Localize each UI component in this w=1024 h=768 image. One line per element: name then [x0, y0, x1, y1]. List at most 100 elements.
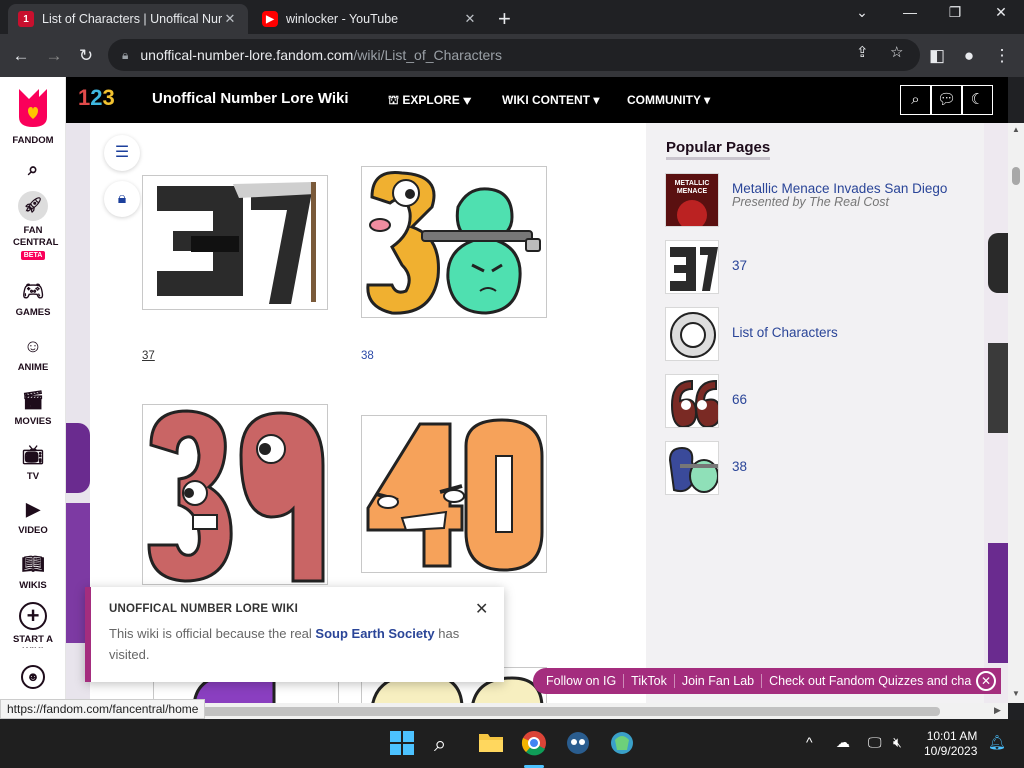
notifications-bell-icon[interactable]: 🔔︎: [988, 734, 1006, 751]
browser-tab-strip: 1 List of Characters | Unoffical Nur ✕ ▶…: [0, 0, 1024, 34]
plus-circle-icon: +: [19, 602, 47, 630]
youtube-favicon-icon: ▶: [262, 11, 278, 27]
gallery-caption-37[interactable]: 37: [142, 350, 155, 362]
table-of-contents-icon[interactable]: ☰: [104, 135, 140, 171]
popular-page-item[interactable]: METALLIC MENACE Metallic Menace Invades …: [665, 173, 965, 227]
share-icon[interactable]: ⇪: [856, 43, 869, 61]
nav-explore[interactable]: ⛫ EXPLORE ▾: [388, 93, 471, 109]
bookmark-star-icon[interactable]: ☆: [890, 43, 903, 61]
character-38-image: [366, 171, 541, 315]
nav-community[interactable]: COMMUNITY ▾: [627, 93, 710, 107]
side-panel-icon[interactable]: ◧: [924, 43, 950, 69]
search-icon[interactable]: ⌕: [434, 730, 462, 758]
user-account-link[interactable]: ☻: [0, 665, 66, 693]
lock-icon[interactable]: 🔒︎: [122, 48, 128, 63]
fandom-favicon-icon: 1: [18, 11, 34, 27]
popular-pages-title: Popular Pages: [666, 139, 771, 160]
network-icon[interactable]: 🖵︎: [868, 734, 882, 751]
gallery-image-40[interactable]: [361, 415, 547, 573]
wiki-search-icon[interactable]: ⌕: [900, 85, 931, 115]
tab-list-of-characters[interactable]: 1 List of Characters | Unoffical Nur ✕: [8, 4, 248, 34]
show-hidden-icons-chevron-icon[interactable]: ^: [806, 734, 813, 750]
rail-item-games[interactable]: 🎮︎ GAMES: [0, 279, 66, 318]
forward-icon[interactable]: →: [41, 43, 67, 69]
windows-taskbar: ⌕ ^ ☁ 🖵︎ 🔇︎ 10:01 AM 10/9/2023 🔔︎: [0, 720, 1024, 768]
file-explorer-icon[interactable]: [478, 730, 506, 758]
discussions-icon[interactable]: 💬︎: [931, 85, 962, 115]
popular-page-link[interactable]: List of Characters: [732, 325, 838, 340]
gamepad-icon: 🎮︎: [21, 281, 45, 301]
notification-close-icon[interactable]: ✕: [475, 599, 488, 619]
tab-title: List of Characters | Unoffical Nur: [42, 12, 222, 26]
popular-page-thumbnail: [665, 374, 719, 428]
vertical-scrollbar[interactable]: ▲ ▼: [1008, 123, 1024, 703]
start-a-wiki-link[interactable]: + START A WIKI: [0, 602, 66, 648]
gallery-image-39[interactable]: [142, 404, 328, 585]
search-icon: ⌕: [27, 159, 39, 179]
new-tab-icon[interactable]: +: [498, 6, 511, 32]
fan-central-link[interactable]: 🚀︎ FAN CENTRAL BETA: [0, 191, 66, 260]
clock-time: 10:01 AM: [926, 729, 978, 743]
gallery-image-38[interactable]: [361, 166, 547, 318]
address-bar[interactable]: 🔒︎ unoffical-number-lore.fandom.com/wiki…: [108, 39, 920, 71]
popular-page-item[interactable]: 38: [665, 441, 965, 495]
follow-on-ig-link[interactable]: Follow on IG: [539, 674, 625, 688]
gallery-caption-38[interactable]: 38: [361, 350, 374, 362]
rail-item-anime[interactable]: ☺ ANIME: [0, 334, 66, 373]
popular-page-link[interactable]: 37: [732, 258, 747, 273]
popular-page-link[interactable]: 66: [732, 392, 747, 407]
join-fan-lab-link[interactable]: Join Fan Lab: [675, 674, 763, 688]
windows-start-icon[interactable]: [389, 730, 417, 758]
back-icon[interactable]: ←: [8, 43, 34, 69]
fandom-global-nav: FANDOM ⌕ 🚀︎ FAN CENTRAL BETA 🎮︎ GAMES ☺ …: [0, 77, 66, 703]
popular-page-thumbnail: [665, 240, 719, 294]
popular-page-thumbnail: METALLIC MENACE: [665, 173, 719, 227]
app-icon[interactable]: [565, 730, 593, 758]
popular-page-item[interactable]: 66: [665, 374, 965, 428]
character-39-image: [147, 409, 325, 583]
fandom-quizzes-link[interactable]: Check out Fandom Quizzes and cha: [762, 674, 978, 688]
restore-icon[interactable]: ❐: [935, 4, 975, 21]
tab-search-chevron-icon[interactable]: ⌄: [842, 4, 882, 21]
popular-page-link[interactable]: 38: [732, 459, 747, 474]
tiktok-link[interactable]: TikTok: [624, 674, 675, 688]
user-icon: ☻: [21, 665, 45, 689]
anime-face-icon: ☺: [23, 336, 43, 356]
rail-item-wikis[interactable]: 📖︎ WIKIS: [0, 552, 66, 591]
profile-icon[interactable]: ●: [956, 43, 982, 69]
protected-lock-icon[interactable]: 🔒︎: [104, 181, 140, 217]
reload-icon[interactable]: ↻: [73, 43, 99, 69]
chrome-icon[interactable]: [521, 730, 549, 758]
window-close-icon[interactable]: ✕: [981, 4, 1021, 21]
rail-item-movies[interactable]: 🎬︎ MOVIES: [0, 388, 66, 427]
notification-title: UNOFFICAL NUMBER LORE WIKI: [109, 603, 298, 615]
popular-page-item[interactable]: 37: [665, 240, 965, 294]
app-icon[interactable]: [609, 730, 637, 758]
fandom-home-link[interactable]: FANDOM: [0, 85, 66, 146]
clapperboard-icon: 🎬︎: [21, 390, 45, 410]
popular-page-thumbnail: [665, 307, 719, 361]
wiki-logo[interactable]: 123: [78, 85, 115, 111]
wiki-name[interactable]: Unoffical Number Lore Wiki: [152, 90, 349, 107]
tab-close-icon[interactable]: ✕: [222, 11, 238, 27]
popular-page-item[interactable]: List of Characters: [665, 307, 965, 361]
tab-winlocker-youtube[interactable]: ▶ winlocker - YouTube ✕: [252, 4, 488, 34]
tab-close-icon[interactable]: ✕: [462, 11, 478, 27]
gallery-image-37[interactable]: [142, 175, 328, 310]
onedrive-icon[interactable]: ☁: [836, 734, 850, 751]
menu-kebab-icon[interactable]: ⋮: [989, 43, 1015, 69]
search-link[interactable]: ⌕: [0, 157, 66, 185]
fandom-logo-icon: [19, 89, 47, 127]
social-bar-close-icon[interactable]: ✕: [976, 671, 996, 691]
popular-page-link[interactable]: Metallic Menace Invades San Diego: [732, 181, 947, 196]
minimize-icon[interactable]: —: [890, 4, 930, 20]
rail-item-tv[interactable]: 📺︎ TV: [0, 443, 66, 482]
taskbar-clock[interactable]: 10:01 AM 10/9/2023: [924, 729, 977, 759]
theme-toggle-moon-icon[interactable]: ☾: [962, 85, 993, 115]
rail-item-video[interactable]: ▶ VIDEO: [0, 497, 66, 536]
volume-muted-icon[interactable]: 🔇︎: [893, 734, 902, 751]
notification-link[interactable]: Soup Earth Society: [315, 626, 434, 641]
wiki-header: 123 Unoffical Number Lore Wiki ⛫ EXPLORE…: [66, 77, 1008, 123]
nav-wiki-content[interactable]: WIKI CONTENT ▾: [502, 93, 599, 107]
vertical-scroll-thumb[interactable]: [1012, 167, 1020, 185]
